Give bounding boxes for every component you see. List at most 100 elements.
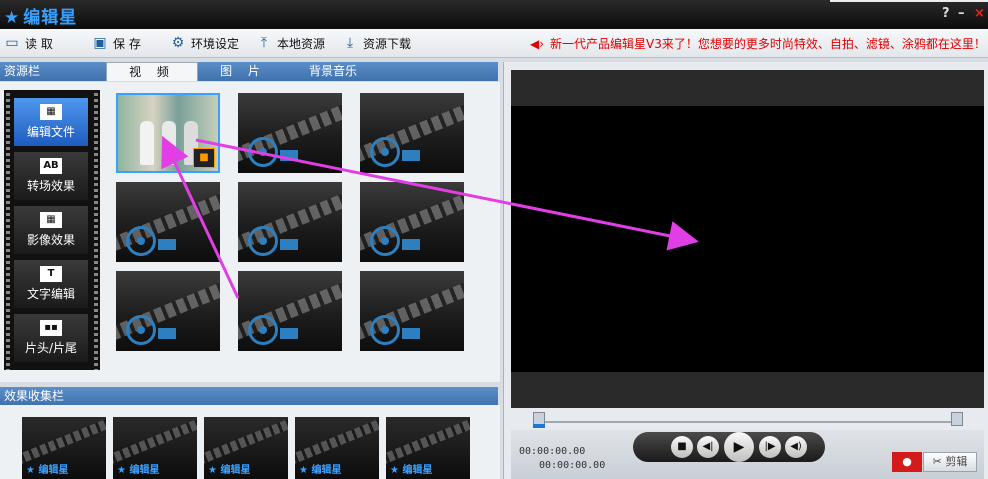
time-total: 00:00:00.00 (539, 460, 606, 471)
sidebar-item-text-edit[interactable]: T 文字编辑 (14, 260, 88, 308)
settings-button[interactable]: ⚙ 环境设定 (170, 34, 239, 52)
resource-download-button[interactable]: ⤓ 资源下载 (342, 34, 411, 52)
resource-pane: ▦ 编辑文件 AB 转场效果 ▦ 影像效果 T 文字编辑 ▪▪ 片头/片尾 ■ (0, 82, 500, 382)
help-button[interactable]: ? (942, 6, 950, 21)
sidebar-label: 编辑文件 (26, 125, 75, 139)
microphone-button[interactable]: ● (892, 452, 922, 472)
video-thumbnail[interactable] (238, 271, 342, 351)
effect-label: ★ 编辑星 (26, 465, 69, 476)
effect-label: ★ 编辑星 (299, 465, 342, 476)
effect-slot[interactable]: ★ 编辑星 (113, 417, 197, 479)
minimize-button[interactable]: – (958, 6, 965, 21)
film-band (295, 417, 379, 466)
tab-image[interactable]: 图 片 (198, 62, 288, 80)
video-thumbnail[interactable] (360, 182, 464, 262)
download-icon: ⤓ (346, 35, 354, 51)
effect-label: ★ 编辑星 (117, 465, 160, 476)
video-thumbnail[interactable] (116, 182, 220, 262)
film-reel-icon (248, 315, 278, 345)
local-resource-label: 本地资源 (277, 36, 326, 51)
floppy-icon: ▣ (93, 35, 107, 51)
gear-icon: ⚙ (171, 35, 185, 51)
photo-person (162, 121, 176, 165)
preview-letterbox-top (511, 70, 984, 106)
camera-icon (402, 150, 420, 161)
save-button[interactable]: ▣ 保 存 (92, 34, 141, 52)
film-reel-icon (370, 315, 400, 345)
effect-slot[interactable]: ★ 编辑星 (295, 417, 379, 479)
film-edit-icon: ▦ (40, 212, 62, 228)
settings-label: 环境设定 (191, 36, 240, 51)
sidebar-label: 片头/片尾 (24, 341, 78, 355)
stop-button[interactable]: ■ (671, 436, 693, 458)
timeline-end-handle[interactable] (951, 412, 963, 426)
speaker-icon: ◀› (530, 36, 545, 51)
film-icon: ▦ (40, 104, 62, 120)
video-thumbnail[interactable] (116, 271, 220, 351)
video-thumbnail[interactable] (360, 271, 464, 351)
blocks-icon: ▪▪ (40, 320, 62, 336)
photo-person (140, 121, 154, 165)
sidebar-item-edit-file[interactable]: ▦ 编辑文件 (14, 98, 88, 146)
sidebar-item-image-effect[interactable]: ▦ 影像效果 (14, 206, 88, 254)
effect-slot[interactable]: ★ 编辑星 (22, 417, 106, 479)
promo-text: 新一代产品编辑星V3来了！您想要的更多时尚特效、自拍、滤镜、涂鸦都在这里！ (550, 37, 986, 51)
effects-panel-title: 效果收集栏 (4, 389, 65, 403)
sidebar-item-intro-outro[interactable]: ▪▪ 片头/片尾 (14, 314, 88, 362)
star-logo-icon: ★ (4, 8, 21, 28)
film-reel-icon (248, 226, 278, 256)
save-label: 保 存 (113, 36, 141, 51)
film-band (386, 417, 470, 466)
sidebar-filmstrip: ▦ 编辑文件 AB 转场效果 ▦ 影像效果 T 文字编辑 ▪▪ 片头/片尾 (4, 90, 100, 370)
prev-frame-button[interactable]: ◀| (697, 436, 719, 458)
video-thumbnail[interactable] (238, 93, 342, 173)
camera-icon (280, 328, 298, 339)
film-reel-icon (370, 226, 400, 256)
sidebar-item-transition[interactable]: AB 转场效果 (14, 152, 88, 200)
sidebar-label: 影像效果 (26, 233, 75, 247)
camera-icon (402, 239, 420, 250)
video-thumbnail[interactable] (360, 93, 464, 173)
play-button[interactable]: ▶ (724, 432, 754, 462)
tab-music[interactable]: 背景音乐 (288, 62, 378, 80)
effects-panel-header: 效果收集栏 (0, 387, 498, 406)
camera-icon (158, 328, 176, 339)
timeline-track (535, 421, 960, 423)
effect-slot[interactable]: ★ 编辑星 (386, 417, 470, 479)
film-band (113, 417, 197, 466)
text-icon: T (40, 266, 62, 282)
close-button[interactable]: × (974, 6, 985, 21)
read-button[interactable]: ▭ 读 取 (4, 34, 52, 52)
effect-label: ★ 编辑星 (390, 465, 433, 476)
preview-letterbox-bottom (511, 372, 984, 408)
cut-button[interactable]: ✂ 剪辑 (923, 452, 977, 472)
timeline-position-marker (533, 424, 545, 428)
promo-link[interactable]: ◀› 新一代产品编辑星V3来了！您想要的更多时尚特效、自拍、滤镜、涂鸦都在这里！ (530, 35, 986, 52)
timeline-slider[interactable] (511, 412, 984, 428)
film-reel-icon (126, 226, 156, 256)
time-current: 00:00:00.00 (519, 446, 586, 457)
sidebar-label: 转场效果 (26, 179, 75, 193)
video-thumbnail-selected[interactable]: ■ (116, 93, 220, 173)
resource-download-label: 资源下载 (363, 36, 412, 51)
next-frame-button[interactable]: |▶ (759, 436, 781, 458)
toolbar: ▭ 读 取 ▣ 保 存 ⚙ 环境设定 ⤒ 本地资源 ⤓ 资源下载 ◀› 新一代产品编辑星V3… (0, 29, 988, 58)
effect-slot[interactable]: ★ 编辑星 (204, 417, 288, 479)
app-title: ★ 编辑星 (4, 3, 77, 28)
preview-screen[interactable] (511, 106, 984, 372)
tab-video[interactable]: 视 频 (106, 62, 198, 81)
camera-icon (402, 328, 420, 339)
title-bar: ★ 编辑星 ? – × (0, 0, 988, 29)
app-name: 编辑星 (23, 8, 78, 28)
volume-button[interactable]: ◀) (785, 436, 807, 458)
scissors-icon: ✂ (932, 455, 942, 468)
film-reel-icon (370, 137, 400, 167)
upload-icon: ⤒ (260, 35, 268, 51)
video-thumbnail[interactable] (238, 182, 342, 262)
resource-tabs: 视 频 图 片 背景音乐 (106, 62, 378, 81)
effect-label: ★ 编辑星 (208, 465, 251, 476)
local-resource-button[interactable]: ⤒ 本地资源 (256, 34, 325, 52)
film-band (204, 417, 288, 466)
ab-icon: AB (40, 158, 62, 174)
transport-bar: ■ ◀| ▶ |▶ ◀) (633, 432, 825, 462)
